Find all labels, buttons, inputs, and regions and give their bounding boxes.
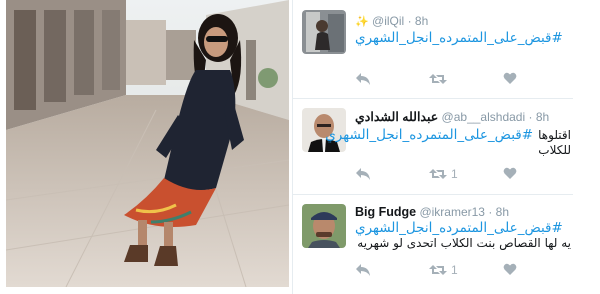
reply-icon — [356, 264, 370, 276]
retweet-button[interactable]: 1 — [429, 263, 458, 277]
tweet-actions: 1 — [355, 263, 565, 281]
tweet-time[interactable]: 8h — [536, 110, 549, 124]
tweet-body: #قبض_على_المتمرده_انجل_الشهري — [355, 30, 571, 46]
separator-dot: · — [488, 205, 493, 219]
tweet-body: #قبض_على_المتمرده_انجل_الشهري يه لها الق… — [355, 220, 571, 250]
reply-button[interactable] — [355, 263, 371, 277]
tweet-body: اقتلوها #قبض_على_المتمرده_انجل_الشهري لل… — [325, 124, 571, 157]
like-button[interactable] — [503, 167, 517, 180]
tweet-item[interactable]: ✨ @ilQil · 8h #قبض_على_المتمرده_انجل_الش… — [293, 0, 573, 99]
like-button[interactable] — [503, 72, 517, 85]
hashtag-link[interactable]: #قبض_على_المتمرده_انجل_الشهري — [355, 220, 571, 236]
retweet-button[interactable]: 1 — [429, 167, 458, 181]
reply-icon — [356, 168, 370, 180]
separator-dot: · — [528, 110, 533, 124]
tweet-text: اقتلوها — [538, 128, 571, 142]
hashtag-link[interactable]: #قبض_على_المتمرده_انجل_الشهري — [325, 127, 533, 143]
retweet-button[interactable] — [429, 72, 451, 86]
separator-dot: · — [407, 14, 412, 28]
heart-icon — [503, 167, 517, 179]
reply-icon — [356, 73, 370, 85]
like-button[interactable] — [503, 263, 517, 276]
person-in-doorway-avatar[interactable] — [302, 10, 346, 54]
man-in-cap-avatar[interactable] — [302, 204, 346, 248]
tweet-time[interactable]: 8h — [496, 205, 509, 219]
woman-in-mall-photo — [6, 0, 289, 287]
retweet-count: 1 — [451, 263, 458, 277]
tweet-text-line: اقتلوها #قبض_على_المتمرده_انجل_الشهري — [325, 124, 571, 143]
tweet-handle[interactable]: @ikramer13 — [419, 205, 485, 219]
tweet-text: يه لها القصاص بنت الكلاب اتحدى لو شهريه — [357, 236, 571, 250]
tweet-item[interactable]: Big Fudge @ikramer13 · 8h #قبض_على_المتم… — [293, 195, 573, 294]
reply-button[interactable] — [355, 167, 371, 181]
tweet-item[interactable]: عبدالله الشدادي @ab__alshdadi · 8h اقتلو… — [293, 99, 573, 195]
hashtag-link[interactable]: #قبض_على_المتمرده_انجل_الشهري — [355, 30, 571, 46]
tweet-photo[interactable] — [6, 0, 289, 287]
retweet-icon — [429, 74, 447, 84]
tweet-handle[interactable]: @ilQil — [372, 14, 404, 28]
retweet-icon — [429, 265, 447, 275]
tweet-actions — [355, 72, 565, 90]
heart-icon — [503, 72, 517, 84]
tweet-handle[interactable]: @ab__alshdadi — [442, 110, 526, 124]
tweet-header: Big Fudge @ikramer13 · 8h — [355, 205, 509, 219]
tweet-actions: 1 — [355, 167, 565, 185]
tweet-time[interactable]: 8h — [415, 14, 428, 28]
display-name[interactable]: عبدالله الشدادي — [355, 110, 438, 124]
reply-button[interactable] — [355, 72, 371, 86]
display-name[interactable]: Big Fudge — [355, 205, 416, 219]
retweet-icon — [429, 169, 447, 179]
heart-icon — [503, 263, 517, 275]
tweet-text: للكلاب — [538, 143, 571, 157]
tweet-feed: ✨ @ilQil · 8h #قبض_على_المتمرده_انجل_الش… — [292, 0, 573, 294]
retweet-count: 1 — [451, 167, 458, 181]
sparkle-icon: ✨ — [355, 16, 369, 28]
tweet-header: عبدالله الشدادي @ab__alshdadi · 8h — [355, 109, 549, 124]
tweet-header: ✨ @ilQil · 8h — [355, 14, 428, 28]
